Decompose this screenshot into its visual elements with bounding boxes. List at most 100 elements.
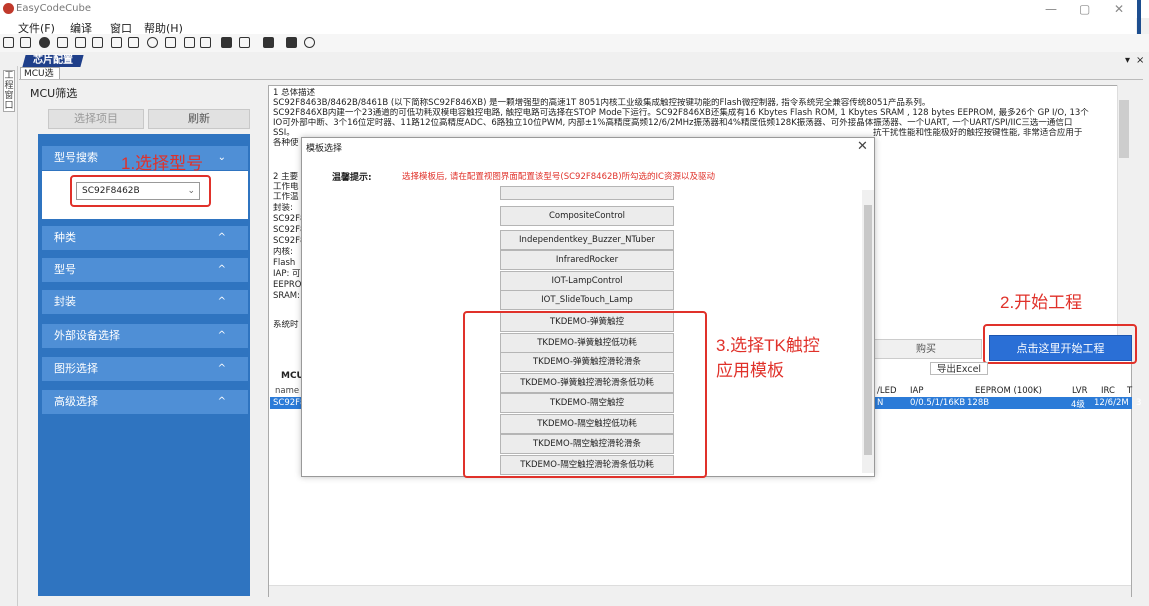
col-led: /LED: [877, 386, 897, 396]
desc-line: SC92F846XB内建一个23通道的可低功耗双模电容触控电路, 触控电路可选择…: [273, 108, 1089, 118]
desc-fragment: 工作温: [273, 192, 299, 202]
desc-fragment: 各种使: [273, 138, 299, 148]
title-bar: EasyCodeCube — ▢ ✕: [0, 0, 1149, 18]
chevron-down-icon: ⌄: [217, 152, 226, 163]
col-iap: IAP: [910, 386, 924, 396]
section-advanced[interactable]: 高级选择 ^: [42, 390, 248, 414]
chevron-up-icon: ^: [217, 296, 226, 307]
project-window-tab[interactable]: 工程窗口: [3, 70, 15, 112]
section-package-label: 封装: [54, 295, 76, 308]
pin-view-icon[interactable]: [200, 37, 211, 48]
tab-chip-config-label: 芯片配置: [33, 55, 73, 66]
chevron-up-icon: ^: [217, 232, 226, 243]
tools-icon[interactable]: [263, 37, 274, 48]
template-item[interactable]: IOT_SlideTouch_Lamp: [500, 290, 674, 310]
tab-chip-config[interactable]: 芯片配置: [22, 55, 84, 67]
section-model[interactable]: 型号 ^: [42, 258, 248, 282]
chevron-up-icon: ^: [217, 264, 226, 275]
desc-fragment: IAP: 可: [273, 269, 301, 279]
dialog-close-button[interactable]: ✕: [857, 139, 868, 154]
desc-line: SSI。: [273, 128, 295, 138]
layout-icon[interactable]: [165, 37, 176, 48]
filter-title: MCU筛选: [30, 87, 78, 100]
refresh-button[interactable]: 刷新: [148, 109, 250, 129]
chip-view-icon[interactable]: [184, 37, 195, 48]
section-advanced-label: 高级选择: [54, 395, 98, 408]
hint-label: 温馨提示:: [332, 173, 372, 183]
open-folder-icon[interactable]: [20, 37, 31, 48]
globe-icon[interactable]: [304, 37, 315, 48]
minimize-button[interactable]: —: [1045, 2, 1057, 16]
delete-icon[interactable]: [128, 37, 139, 48]
col-t: T: [1127, 386, 1133, 396]
section-graphics[interactable]: 图形选择 ^: [42, 357, 248, 381]
stop-icon[interactable]: [221, 37, 232, 48]
annotation-step3-line2: 应用模板: [716, 361, 784, 380]
tab-mcu-select[interactable]: MCU选择: [20, 67, 60, 91]
select-item-button[interactable]: 选择项目: [48, 109, 144, 129]
hint-text: 选择模板后, 请在配置视图界面配置该型号(SC92F8462B)所勾选的IC资源…: [402, 172, 715, 182]
window-accent-edge: [1137, 0, 1141, 34]
pane-menu-button[interactable]: ▾: [1125, 55, 1130, 66]
build-icon[interactable]: [111, 37, 122, 48]
export-excel-button[interactable]: 导出Excel: [930, 362, 988, 375]
desc-line-right: 抗干扰性能和性能极好的触控按键性能, 非常适合应用于: [873, 128, 1083, 138]
col-name: name: [275, 386, 300, 396]
highlight-tk-templates: [463, 311, 707, 478]
app-title: EasyCodeCube: [16, 3, 91, 14]
pane-close-button[interactable]: ×: [1136, 55, 1144, 66]
desc-fragment: Flash: [273, 258, 296, 268]
table-horizontal-scrollbar[interactable]: [269, 585, 1131, 597]
desc-line: 1 总体描述: [273, 88, 316, 98]
template-item[interactable]: CompositeControl: [500, 206, 674, 226]
desc-fragment: 系统时: [273, 320, 299, 330]
cell-irc: 12/6/2M: [1094, 398, 1129, 408]
app-logo-icon: [3, 3, 14, 14]
annotation-step1: 1.选择型号: [121, 154, 204, 173]
desc-fragment: 2 主要: [273, 172, 299, 182]
highlight-model-select: [70, 175, 211, 207]
side-gutter: 工程窗口: [0, 66, 18, 606]
template-item-partial[interactable]: [500, 186, 674, 200]
document-icon[interactable]: [239, 37, 250, 48]
section-category[interactable]: 种类 ^: [42, 226, 248, 250]
maximize-button[interactable]: ▢: [1079, 2, 1090, 16]
desc-fragment: 封装:: [273, 203, 293, 213]
desc-line: SC92F8463B/8462B/8461B (以下简称SC92F846XB) …: [273, 98, 931, 108]
description-scroll-thumb[interactable]: [1119, 100, 1129, 158]
cell-lvr: 4级: [1071, 400, 1085, 410]
annotation-step3-line1: 3.选择TK触控: [716, 336, 820, 355]
download-icon[interactable]: [75, 37, 86, 48]
refresh-icon[interactable]: [147, 37, 158, 48]
desc-fragment: 工作电: [273, 182, 299, 192]
annotation-step2: 2.开始工程: [1000, 293, 1083, 312]
section-model-label: 型号: [54, 263, 76, 276]
save-icon[interactable]: [57, 37, 68, 48]
section-peripherals[interactable]: 外部设备选择 ^: [42, 324, 248, 348]
chevron-up-icon: ^: [217, 330, 226, 341]
section-model-search-label: 型号搜索: [54, 151, 98, 164]
col-eeprom: EEPROM (100K): [975, 386, 1042, 396]
run-icon[interactable]: [39, 37, 50, 48]
template-item[interactable]: Independentkey_Buzzer_NTuber: [500, 230, 674, 250]
template-item[interactable]: InfraredRocker: [500, 250, 674, 270]
desc-fragment: 内核:: [273, 247, 293, 257]
highlight-start-button: [983, 324, 1137, 364]
dialog-title: 模板选择: [306, 144, 343, 154]
chevron-up-icon: ^: [217, 363, 226, 374]
template-list-scroll-thumb[interactable]: [864, 205, 872, 455]
close-window-button[interactable]: ✕: [1114, 2, 1124, 16]
cell-led: N: [877, 398, 884, 408]
project-folder-icon[interactable]: [92, 37, 103, 48]
col-lvr: LVR: [1072, 386, 1088, 396]
desc-fragment: SRAM:: [273, 291, 300, 301]
section-category-label: 种类: [54, 231, 76, 244]
chat-icon[interactable]: [286, 37, 297, 48]
buy-button[interactable]: 购买: [870, 339, 982, 359]
section-package[interactable]: 封装 ^: [42, 290, 248, 314]
template-item[interactable]: IOT-LampControl: [500, 271, 674, 291]
new-file-icon[interactable]: [3, 37, 14, 48]
toolbar: [0, 34, 1149, 52]
col-irc: IRC: [1101, 386, 1115, 396]
menu-bar: 文件(F) 编译 窗口 帮助(H): [0, 18, 1136, 35]
